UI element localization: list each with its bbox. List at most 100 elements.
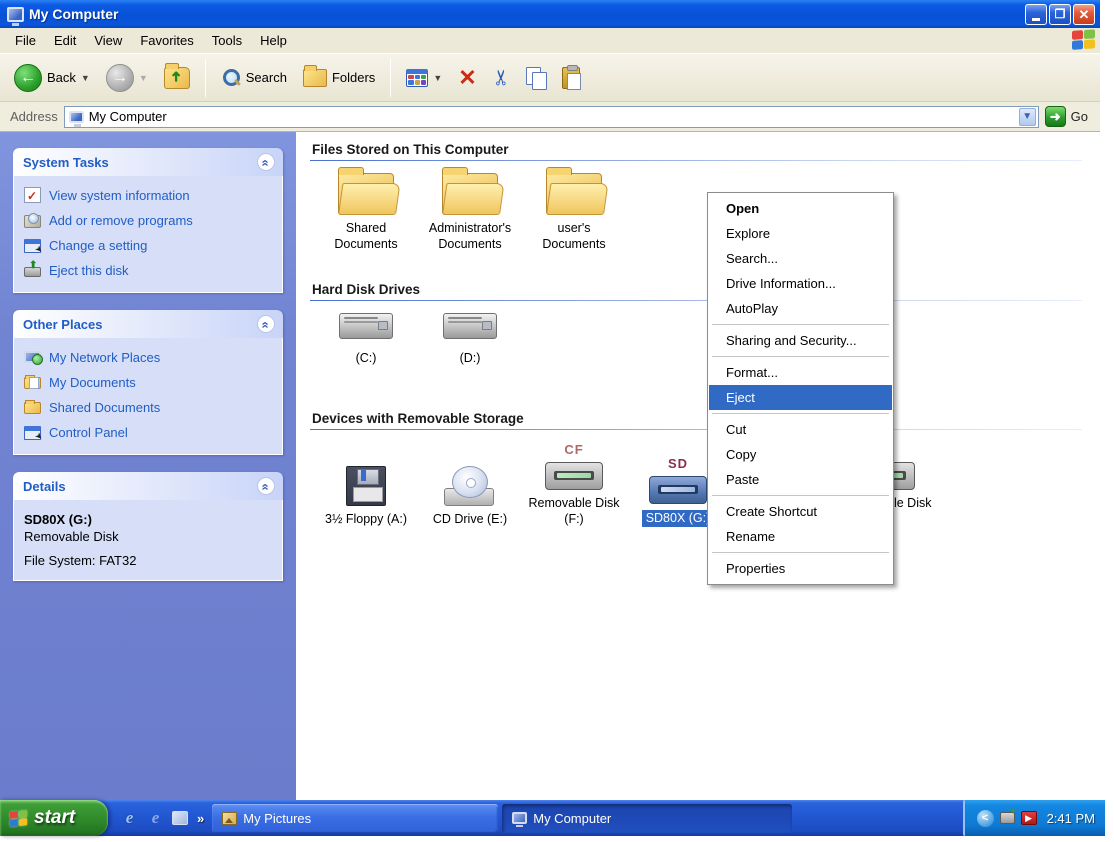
sidebar-item-change-a-setting[interactable]: Change a setting bbox=[24, 238, 272, 253]
context-menu-item-open[interactable]: Open bbox=[709, 196, 892, 221]
item-label: (C:) bbox=[356, 351, 377, 367]
delete-icon: ✕ bbox=[458, 67, 476, 89]
search-label: Search bbox=[246, 70, 287, 85]
menu-edit[interactable]: Edit bbox=[45, 29, 85, 52]
tray-collapse-chevron-icon[interactable]: < bbox=[977, 810, 994, 827]
address-dropdown-icon[interactable]: ▼ bbox=[1019, 108, 1036, 126]
folder-item-administrators-documents[interactable]: Administrator's Documents bbox=[418, 173, 522, 252]
back-dropdown-icon[interactable]: ▼ bbox=[81, 73, 90, 83]
my-pictures-icon bbox=[222, 812, 237, 825]
copy-button[interactable] bbox=[520, 64, 552, 92]
minimize-button[interactable] bbox=[1025, 4, 1047, 25]
safely-remove-hardware-icon[interactable] bbox=[1000, 812, 1015, 824]
collapse-chevron-icon[interactable]: « bbox=[257, 153, 275, 171]
menu-tools[interactable]: Tools bbox=[203, 29, 251, 52]
drive-item-removable-f[interactable]: CF Removable Disk (F:) bbox=[522, 442, 626, 527]
tray-app-icon[interactable]: ▶ bbox=[1021, 811, 1037, 825]
item-label: CD Drive (E:) bbox=[433, 512, 507, 528]
drive-item-floppy-a[interactable]: 3½ Floppy (A:) bbox=[314, 466, 418, 528]
details-header[interactable]: Details « bbox=[13, 472, 283, 500]
collapse-chevron-icon[interactable]: « bbox=[257, 315, 275, 333]
address-input[interactable]: My Computer ▼ bbox=[64, 106, 1039, 128]
section-header-files: Files Stored on This Computer bbox=[310, 138, 1082, 161]
context-menu-item-format[interactable]: Format... bbox=[709, 360, 892, 385]
internet-explorer-alt-icon[interactable]: e bbox=[146, 809, 165, 828]
sidebar-item-add-remove-programs[interactable]: Add or remove programs bbox=[24, 213, 272, 228]
sidebar-item-my-documents[interactable]: My Documents bbox=[24, 375, 272, 390]
back-button[interactable]: ← Back ▼ bbox=[8, 61, 96, 95]
menu-view[interactable]: View bbox=[85, 29, 131, 52]
sidebar-item-shared-documents[interactable]: Shared Documents bbox=[24, 400, 272, 415]
delete-button[interactable]: ✕ bbox=[452, 64, 482, 92]
menu-favorites[interactable]: Favorites bbox=[131, 29, 202, 52]
internet-explorer-icon[interactable]: e bbox=[120, 809, 139, 828]
back-icon: ← bbox=[14, 64, 42, 92]
folders-label: Folders bbox=[332, 70, 375, 85]
system-info-icon bbox=[24, 187, 41, 203]
sidebar-item-view-system-information[interactable]: View system information bbox=[24, 188, 272, 203]
link-label: Control Panel bbox=[49, 425, 128, 440]
context-menu-item-rename[interactable]: Rename bbox=[709, 524, 892, 549]
sidebar-item-eject-this-disk[interactable]: Eject this disk bbox=[24, 263, 272, 278]
paste-button[interactable] bbox=[556, 64, 586, 92]
context-menu-item-create-shortcut[interactable]: Create Shortcut bbox=[709, 499, 892, 524]
item-label: user's Documents bbox=[526, 221, 622, 252]
forward-button[interactable]: → ▼ bbox=[100, 61, 154, 95]
sidebar-item-control-panel[interactable]: Control Panel bbox=[24, 425, 272, 440]
context-menu-item-drive-information[interactable]: Drive Information... bbox=[709, 271, 892, 296]
task-button-my-computer[interactable]: My Computer bbox=[502, 804, 792, 833]
context-menu-item-autoplay[interactable]: AutoPlay bbox=[709, 296, 892, 321]
go-button[interactable]: ➜ Go bbox=[1045, 106, 1094, 127]
context-menu-item-cut[interactable]: Cut bbox=[709, 417, 892, 442]
folder-item-users-documents[interactable]: user's Documents bbox=[522, 173, 626, 252]
views-dropdown-icon[interactable]: ▼ bbox=[433, 73, 442, 83]
context-menu-separator bbox=[712, 552, 889, 553]
link-label: Add or remove programs bbox=[49, 213, 193, 228]
drive-item-d[interactable]: (D:) bbox=[418, 313, 522, 367]
sidebar-item-my-network-places[interactable]: My Network Places bbox=[24, 350, 272, 365]
search-button[interactable]: Search bbox=[215, 65, 293, 91]
task-pane: System Tasks « View system information A… bbox=[0, 132, 296, 800]
forward-icon: → bbox=[106, 64, 134, 92]
link-label: View system information bbox=[49, 188, 190, 203]
cut-button[interactable]: ✂ bbox=[487, 64, 517, 91]
shared-documents-icon bbox=[24, 402, 41, 414]
my-computer-icon bbox=[7, 7, 24, 22]
details-filesystem: File System: FAT32 bbox=[24, 553, 272, 568]
system-tray: < ▶ 2:41 PM bbox=[963, 800, 1105, 836]
other-places-header[interactable]: Other Places « bbox=[13, 310, 283, 338]
context-menu-item-properties[interactable]: Properties bbox=[709, 556, 892, 581]
explorer-window: My Computer ❐ ✕ File Edit View Favorites… bbox=[0, 0, 1100, 800]
context-menu-item-copy[interactable]: Copy bbox=[709, 442, 892, 467]
address-value: My Computer bbox=[89, 109, 1014, 124]
views-button[interactable]: ▼ bbox=[400, 66, 448, 90]
folder-item-shared-documents[interactable]: Shared Documents bbox=[314, 173, 418, 252]
folders-button[interactable]: Folders bbox=[297, 66, 381, 90]
close-button[interactable]: ✕ bbox=[1073, 4, 1095, 25]
floppy-disk-icon bbox=[346, 466, 386, 506]
sd-card-label: SD bbox=[668, 456, 688, 472]
menu-help[interactable]: Help bbox=[251, 29, 296, 52]
system-tasks-header[interactable]: System Tasks « bbox=[13, 148, 283, 176]
context-menu-separator bbox=[712, 413, 889, 414]
drive-item-c[interactable]: (C:) bbox=[314, 313, 418, 367]
details-drive-name: SD80X (G:) bbox=[24, 512, 272, 527]
context-menu-item-search[interactable]: Search... bbox=[709, 246, 892, 271]
context-menu-item-sharing-and-security[interactable]: Sharing and Security... bbox=[709, 328, 892, 353]
drive-item-cd-e[interactable]: CD Drive (E:) bbox=[418, 466, 522, 528]
collapse-chevron-icon[interactable]: « bbox=[257, 477, 275, 495]
context-menu-item-paste[interactable]: Paste bbox=[709, 467, 892, 492]
task-button-my-pictures[interactable]: My Pictures bbox=[212, 804, 498, 833]
start-button[interactable]: start bbox=[0, 800, 108, 836]
up-button[interactable] bbox=[158, 64, 196, 92]
context-menu-item-explore[interactable]: Explore bbox=[709, 221, 892, 246]
restore-button[interactable]: ❐ bbox=[1049, 4, 1071, 25]
folder-icon bbox=[442, 173, 498, 215]
menu-file[interactable]: File bbox=[6, 29, 45, 52]
context-menu-item-eject[interactable]: Eject bbox=[709, 385, 892, 410]
link-label: Change a setting bbox=[49, 238, 147, 253]
details-title: Details bbox=[23, 479, 257, 494]
title-bar[interactable]: My Computer ❐ ✕ bbox=[0, 0, 1100, 28]
desktop-shortcut-icon[interactable] bbox=[172, 811, 188, 825]
quick-launch-overflow-chevron[interactable]: » bbox=[195, 811, 204, 826]
